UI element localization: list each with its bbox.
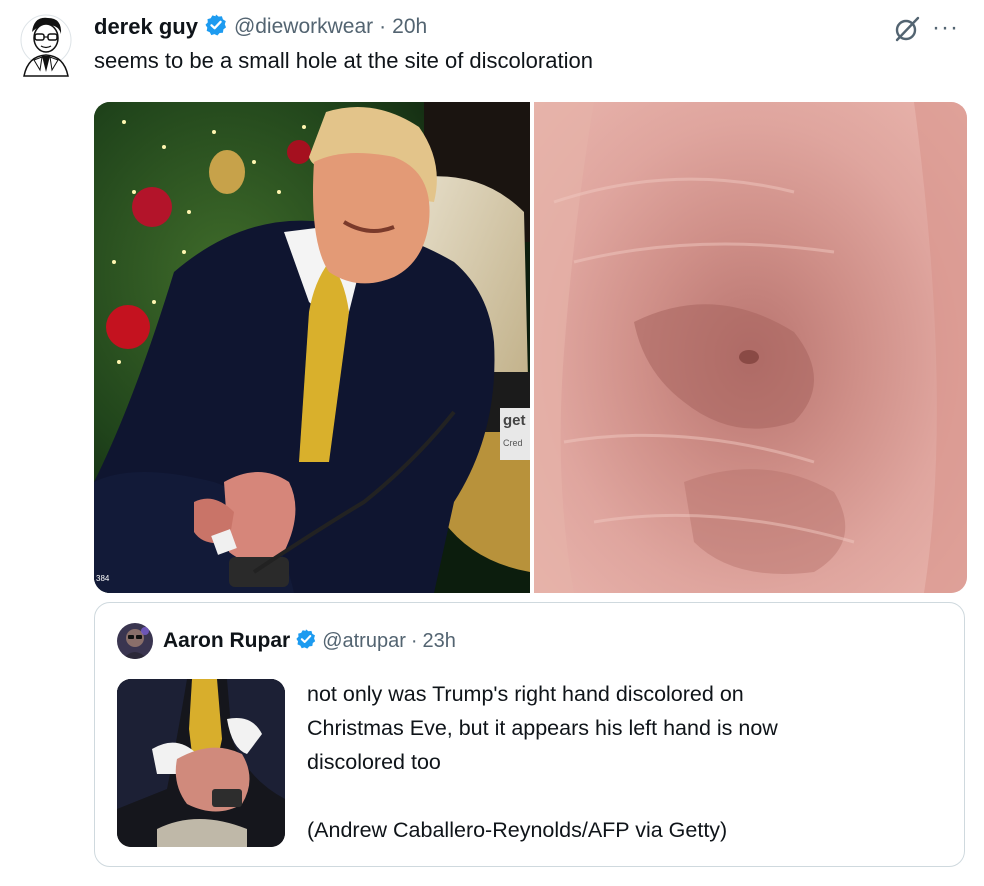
quoted-tweet[interactable]: Aaron Rupar @atrupar · 23h not only was … [94, 602, 965, 867]
watermark: get Cred [500, 408, 530, 460]
quoted-author-handle[interactable]: @atrupar [322, 630, 406, 653]
quoted-thumbnail[interactable] [117, 679, 285, 847]
tweet-header: derek guy @dieworkwear · 20h [94, 12, 427, 42]
quoted-photo-credit: (Andrew Caballero-Reynolds/AFP via Getty… [307, 818, 728, 842]
author-avatar[interactable] [20, 10, 72, 82]
verified-badge-icon [204, 13, 228, 42]
more-icon[interactable]: ··· [932, 14, 959, 42]
author-name[interactable]: derek guy [94, 14, 198, 40]
photo-left-illustration [94, 102, 530, 593]
quoted-text-line: discolored too [307, 750, 441, 774]
photo-right[interactable] [534, 102, 967, 593]
separator-dot: · [410, 629, 418, 652]
separator-dot: · [379, 15, 387, 38]
author-handle[interactable]: @dieworkwear [234, 15, 373, 39]
quoted-text-line: not only was Trump's right hand discolor… [307, 682, 744, 706]
quoted-text: not only was Trump's right hand discolor… [307, 677, 927, 847]
verified-badge-icon [295, 628, 317, 655]
photo-right-illustration [534, 102, 967, 593]
quoted-header: Aaron Rupar @atrupar · 23h [163, 625, 456, 657]
watermark-subtext: Cred [503, 438, 523, 448]
tweet-text: seems to be a small hole at the site of … [94, 48, 593, 73]
photo-code: 384 [96, 574, 110, 583]
grok-icon[interactable] [893, 15, 921, 43]
photo-left[interactable]: get Cred 384 [94, 102, 530, 593]
tweet-timestamp[interactable]: 20h [392, 15, 427, 39]
quoted-text-line: Christmas Eve, but it appears his left h… [307, 716, 778, 740]
quoted-author-name[interactable]: Aaron Rupar [163, 629, 290, 653]
media-grid: get Cred 384 [94, 102, 967, 593]
quoted-timestamp[interactable]: 23h [423, 630, 456, 653]
quoted-text-spacer [307, 779, 927, 813]
quoted-author-avatar[interactable] [117, 623, 153, 659]
watermark-text: get [503, 412, 526, 429]
